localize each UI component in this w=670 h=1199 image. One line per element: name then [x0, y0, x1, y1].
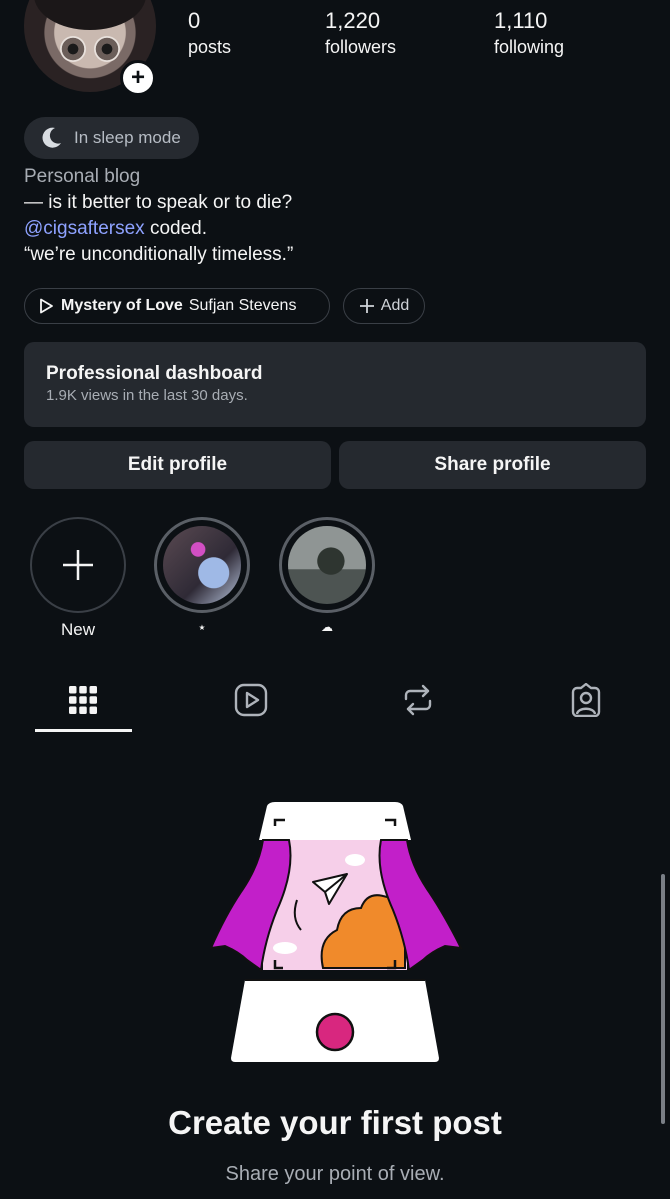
bio-line-3: “we’re unconditionally timeless.” [24, 244, 294, 265]
tab-reels[interactable] [203, 676, 299, 724]
tab-reposts[interactable] [370, 676, 466, 724]
bio-mention-link[interactable]: @cigsaftersex [24, 218, 145, 239]
tab-grid[interactable] [35, 676, 131, 724]
highlight-label: ⭑ [198, 620, 206, 634]
status-pill[interactable]: In sleep mode [24, 117, 199, 159]
share-profile-button[interactable]: Share profile [339, 441, 646, 489]
followers-count[interactable]: 1,220 followers [325, 6, 396, 58]
music-artist: Sufjan Stevens [188, 297, 297, 314]
highlight-item[interactable] [279, 517, 375, 613]
posts-count[interactable]: 0 posts [188, 6, 231, 58]
posts-label: posts [188, 37, 232, 57]
following-count[interactable]: 1,110 following [494, 6, 564, 58]
dashboard-subtitle: 1.9K views in the last 30 days. [46, 387, 248, 404]
empty-state-subtitle: Share your point of view. [225, 1163, 445, 1185]
moon-icon [42, 127, 61, 148]
active-tab-indicator [35, 729, 132, 732]
tagged-icon [571, 683, 601, 717]
play-icon [40, 298, 53, 314]
highlight-label: ☁ [321, 620, 333, 634]
bio-line-2-suffix: coded. [144, 218, 207, 239]
plus-icon [359, 299, 374, 313]
following-label: following [494, 37, 565, 57]
followers-label: followers [325, 37, 397, 57]
plus-icon [63, 550, 93, 580]
add-story-button[interactable]: + [120, 60, 156, 96]
highlight-new-label: New [60, 620, 95, 639]
grid-icon [69, 686, 97, 714]
highlight-cover-image [288, 526, 366, 604]
professional-dashboard-card[interactable]: Professional dashboard 1.9K views in the… [24, 342, 646, 427]
new-highlight-button[interactable] [30, 517, 126, 613]
add-label: Add [380, 297, 410, 314]
posts-value: 0 [188, 8, 201, 33]
highlight-item[interactable] [154, 517, 250, 613]
add-link-button[interactable]: Add [343, 288, 425, 324]
music-title: Mystery of Love [61, 297, 183, 314]
edit-profile-button[interactable]: Edit profile [24, 441, 331, 489]
tab-tagged[interactable] [538, 676, 634, 724]
following-value: 1,110 [494, 8, 548, 33]
bio-category: Personal blog [24, 166, 141, 187]
empty-state-title: Create your first post [168, 1104, 502, 1141]
highlight-cover-image [163, 526, 241, 604]
bio-line-1: — is it better to speak or to die? [24, 192, 293, 213]
scrollbar[interactable] [661, 874, 665, 1124]
repost-icon [404, 684, 432, 716]
dashboard-title: Professional dashboard [46, 363, 263, 384]
bio: Personal blog — is it better to speak or… [24, 164, 293, 268]
profile-music-pill[interactable]: Mystery of Love Sufjan Stevens [24, 288, 330, 324]
camera-illustration-icon [209, 802, 463, 1062]
reels-icon [234, 683, 268, 717]
followers-value: 1,220 [325, 8, 381, 33]
status-label: In sleep mode [74, 128, 181, 147]
bio-line-2: @cigsaftersex coded. [24, 216, 293, 242]
